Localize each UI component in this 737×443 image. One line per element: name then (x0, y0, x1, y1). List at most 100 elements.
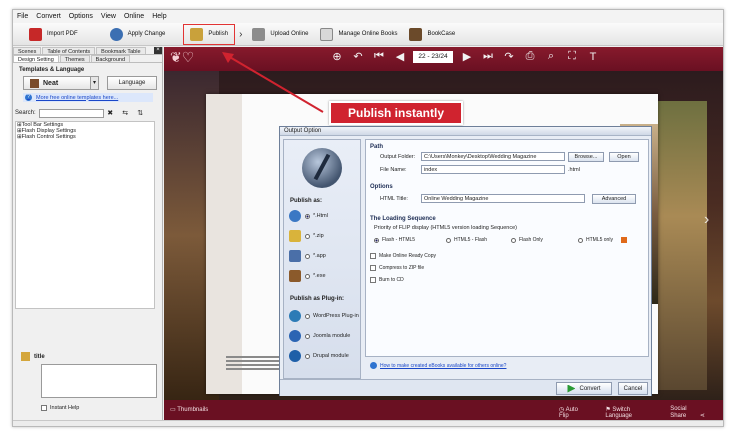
publish-html-option[interactable]: *.Html (289, 210, 328, 222)
sequence-html5-only[interactable]: HTML5 only (578, 237, 627, 243)
setting-flash-control[interactable]: ⊞Flash Control Settings (16, 134, 154, 140)
radio[interactable] (305, 253, 310, 259)
help-title: title (21, 352, 161, 361)
help-area: title Instant Help (21, 352, 161, 411)
info-icon[interactable] (620, 237, 627, 243)
menu-convert[interactable]: Convert (36, 13, 61, 20)
search-icon[interactable]: ⌕ (543, 50, 559, 63)
switch-language-button[interactable]: ⚑ Switch Language (605, 406, 658, 419)
instant-help-checkbox[interactable]: Instant Help (41, 405, 161, 411)
drupal-module-option[interactable]: Drupal module (289, 350, 349, 362)
convert-button[interactable]: Convert (556, 382, 612, 395)
menu-bar: File Convert Options View Online Help (13, 10, 723, 23)
language-button[interactable]: Language (107, 76, 157, 90)
tab-background[interactable]: Background (90, 55, 131, 63)
close-icon[interactable]: × (154, 47, 162, 54)
expand-icon[interactable]: ⇆ (121, 109, 130, 118)
advanced-button[interactable]: Advanced (592, 194, 636, 204)
open-book: Output Option Publish as: *.Html *.zip *… (206, 94, 658, 396)
browse-button[interactable]: Browse... (568, 152, 604, 162)
sequence-html5-flash[interactable]: HTML5 - Flash (446, 237, 487, 243)
apply-change-button[interactable]: Apply Change (104, 25, 172, 44)
manage-online-books-label: Manage Online Books (338, 31, 398, 37)
compress-zip-option[interactable]: Compress to ZIP file (370, 265, 424, 271)
search-input[interactable] (38, 108, 104, 118)
auto-flip-button[interactable]: ◷ Auto Flip (559, 406, 593, 419)
clear-icon[interactable]: ✖ (106, 109, 115, 118)
viewer-bottom-bar: ▭ Thumbnails ◷ Auto Flip ⚑ Switch Langua… (164, 400, 723, 420)
book-page-left (206, 94, 242, 394)
file-name-field[interactable]: index (421, 165, 565, 174)
menu-options[interactable]: Options (69, 13, 93, 20)
output-folder-field[interactable]: C:\Users\Monkey\Desktop\Wedding Magazine (421, 152, 565, 161)
radio[interactable] (305, 313, 310, 319)
burn-cd-option[interactable]: Burn to CD (370, 277, 404, 283)
collapse-icon[interactable]: ⇅ (136, 109, 145, 118)
next-page-icon[interactable]: ▶ (459, 50, 475, 63)
publish-button[interactable]: Publish (183, 23, 236, 45)
radio[interactable] (374, 237, 379, 243)
checkbox[interactable] (370, 265, 376, 271)
print-icon[interactable]: ⎙ (522, 50, 538, 63)
menu-file[interactable]: File (17, 13, 28, 20)
open-button[interactable]: Open (609, 152, 639, 162)
menu-online[interactable]: Online (124, 13, 144, 20)
dialog-button-bar: Convert Cancel (280, 379, 651, 396)
tab-scenes[interactable]: Scenes (13, 47, 42, 55)
radio[interactable] (305, 353, 310, 359)
first-page-icon[interactable]: ⏮ (371, 50, 387, 63)
social-share-button[interactable]: Social Share ⋖ (670, 406, 713, 419)
checkbox[interactable] (370, 277, 376, 283)
prev-page-icon[interactable]: ◀ (392, 50, 408, 63)
template-thumbnail-icon (30, 78, 39, 88)
tab-bookmark-table[interactable]: Bookmark Table (96, 47, 146, 55)
radio[interactable] (578, 237, 583, 243)
import-pdf-button[interactable]: Import PDF (23, 25, 84, 44)
last-page-icon[interactable]: ⏭ (480, 50, 496, 63)
checkbox[interactable] (370, 253, 376, 259)
cancel-button[interactable]: Cancel (618, 382, 648, 395)
sequence-flash-html5[interactable]: Flash - HTML5 (374, 237, 415, 243)
radio[interactable] (305, 213, 310, 219)
fullscreen-icon[interactable]: ⛶ (564, 50, 580, 63)
checkbox[interactable] (41, 405, 47, 411)
html-title-field[interactable]: Online Wedding Magazine (421, 194, 585, 203)
publish-exe-option[interactable]: *.exe (289, 270, 326, 282)
chevron-down-icon[interactable]: ▾ (91, 76, 99, 90)
menu-view[interactable]: View (101, 13, 116, 20)
menu-help[interactable]: Help (152, 13, 166, 20)
loading-sequence-subtitle: Priority of FLIP display (HTML5 version … (374, 225, 517, 231)
dialog-help-link[interactable]: How to make created eBooks available for… (370, 362, 506, 369)
radio[interactable] (446, 237, 451, 243)
tab-table-of-contents[interactable]: Table of Contents (42, 47, 96, 55)
radio[interactable] (305, 273, 310, 279)
publish-zip-option[interactable]: *.zip (289, 230, 324, 242)
page-indicator[interactable]: 22 - 23/24 (413, 50, 453, 63)
joomla-module-option[interactable]: Joomla module (289, 330, 350, 342)
template-select[interactable]: Neat (23, 76, 91, 90)
tab-design-setting[interactable]: Design Setting (13, 55, 59, 63)
radio[interactable] (305, 233, 310, 239)
back-icon[interactable]: ↶ (350, 50, 366, 63)
publish-app-option[interactable]: *.app (289, 250, 326, 262)
manage-online-books-button[interactable]: Manage Online Books (314, 25, 403, 44)
share-icon[interactable]: ↷ (501, 50, 517, 63)
online-ready-option[interactable]: Make Online Ready Copy (370, 253, 436, 259)
more-templates-link[interactable]: ? More free online templates here... (23, 93, 153, 102)
template-name: Neat (43, 79, 59, 87)
tab-themes[interactable]: Themes (59, 55, 90, 63)
help-icon (370, 362, 377, 369)
radio[interactable] (511, 237, 516, 243)
chevron-right-icon[interactable]: › (704, 211, 709, 229)
plugin-heading: Publish as Plug-in: (290, 296, 345, 302)
manage-icon (320, 27, 334, 41)
upload-online-button[interactable]: Upload Online (246, 25, 314, 44)
text-icon[interactable]: T (585, 51, 601, 63)
wordpress-plugin-option[interactable]: WordPress Plug-in (289, 310, 359, 322)
radio[interactable] (305, 333, 310, 339)
dialog-main: Path Output Folder: C:\Users\Monkey\Desk… (365, 139, 649, 357)
sequence-flash-only[interactable]: Flash Only (511, 237, 543, 243)
bookcase-button[interactable]: BookCase (403, 25, 461, 44)
thumbnails-button[interactable]: ▭ Thumbnails (170, 406, 208, 413)
app-logo-icon (302, 148, 342, 188)
